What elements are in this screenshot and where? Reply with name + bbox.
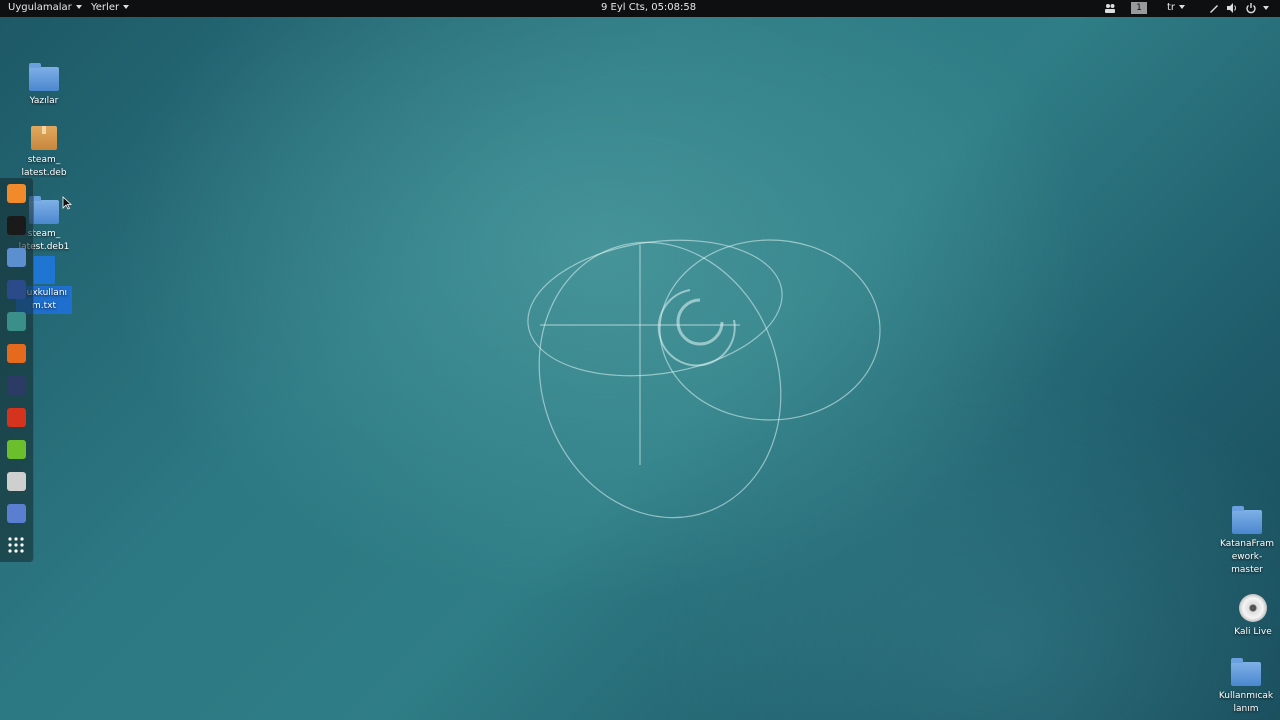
faraday-icon[interactable] xyxy=(7,408,26,427)
text-editor-icon[interactable] xyxy=(7,504,26,523)
terminal-icon[interactable] xyxy=(7,216,26,235)
text-file-icon xyxy=(33,256,55,284)
show-apps-icon[interactable] xyxy=(7,536,26,555)
desktop-icon-steam-deb[interactable]: steam_ latest.deb xyxy=(16,126,72,180)
wallpaper-swirl xyxy=(527,239,881,519)
folder-icon xyxy=(29,63,59,91)
desktop-icon-label: KatanaFram ework- master xyxy=(1219,539,1275,575)
desktop-icon-kullanmicak[interactable]: Kullanmıcak lanım xyxy=(1218,658,1274,716)
firefox-icon[interactable] xyxy=(7,184,26,203)
desktop-icon-label: Kali Live xyxy=(1234,627,1272,637)
mouse-cursor-icon xyxy=(62,196,72,210)
leafpad-icon[interactable] xyxy=(7,440,26,459)
folder-icon xyxy=(1231,658,1261,686)
package-icon xyxy=(31,126,57,150)
disc-icon xyxy=(1239,594,1267,622)
desktop-icon-label: Yazılar xyxy=(29,96,59,106)
desktop-icon-label: Kullanmıcak lanım xyxy=(1218,691,1274,714)
cutycapt-icon[interactable] xyxy=(7,376,26,395)
burpsuite-icon[interactable] xyxy=(7,344,26,363)
desktop-icon-kali-live[interactable]: Kali Live xyxy=(1225,594,1280,639)
folder-icon xyxy=(1232,506,1262,534)
desktop-icon-yazilar[interactable]: Yazılar xyxy=(16,63,72,108)
screenshot-icon[interactable] xyxy=(7,472,26,491)
dash-dock xyxy=(0,178,34,562)
files-icon[interactable] xyxy=(7,248,26,267)
metasploit-icon[interactable] xyxy=(7,280,26,299)
desktop-icon-label: steam_ latest.deb xyxy=(21,155,67,178)
desktop-icon-katana[interactable]: KatanaFram ework- master xyxy=(1219,506,1275,577)
armitage-icon[interactable] xyxy=(7,312,26,331)
